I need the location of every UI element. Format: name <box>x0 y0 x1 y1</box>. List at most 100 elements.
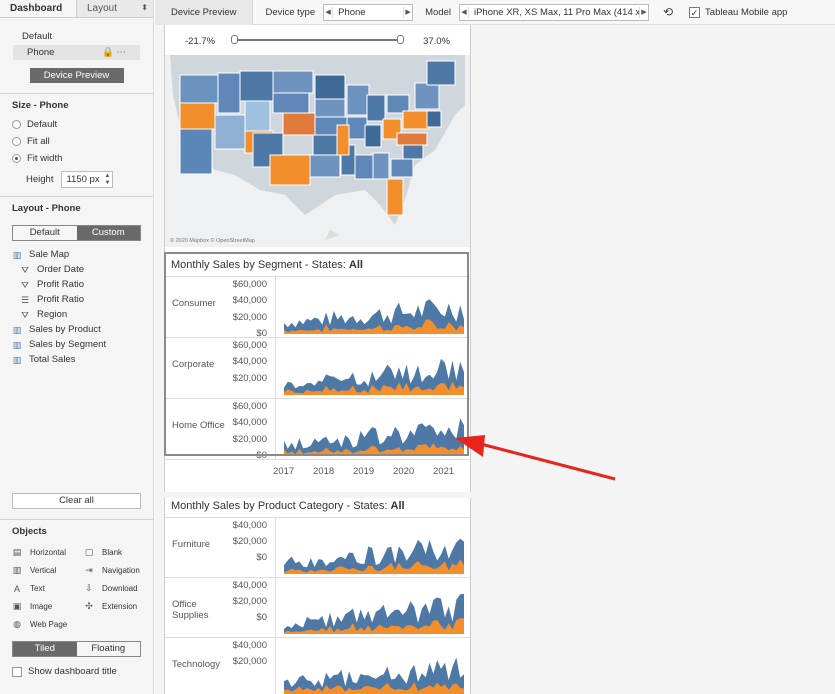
area-plot[interactable] <box>275 277 465 337</box>
state-shape[interactable] <box>336 124 350 156</box>
area-plot[interactable] <box>275 338 465 398</box>
mode-tiled[interactable]: Tiled <box>13 642 77 656</box>
state-shape[interactable] <box>217 72 241 114</box>
layout-mode-default[interactable]: Default <box>13 226 77 240</box>
layout-item[interactable]: ▥ Sales by Product <box>12 322 141 337</box>
area-plot[interactable] <box>275 518 465 577</box>
profit-ratio-slider[interactable]: -21.7% 37.0% <box>165 25 470 51</box>
state-shape[interactable] <box>402 144 424 160</box>
layout-item[interactable]: ▥ Sales by Segment <box>12 337 141 352</box>
object-download[interactable]: ⇩ Download <box>84 582 144 595</box>
state-shape[interactable] <box>366 94 386 122</box>
state-shape[interactable] <box>239 70 276 102</box>
spinner-icon[interactable]: ▲ ▼ <box>105 173 111 187</box>
state-shape[interactable] <box>426 110 442 128</box>
object-navigation[interactable]: ⇥ Navigation <box>84 564 144 577</box>
object-vertical[interactable]: ▥ Vertical <box>12 564 84 577</box>
state-shape[interactable] <box>269 154 311 186</box>
next-arrow-icon[interactable]: ▶ <box>640 8 648 16</box>
dashboard-side-panel: Dashboard Layout ⬍ Default Phone 🔒 ⋯ Devi… <box>0 0 154 694</box>
device-preview-tab[interactable]: Device Preview <box>155 0 254 25</box>
slider-track[interactable] <box>237 39 402 41</box>
object-extension[interactable]: ✣ Extension <box>84 600 144 613</box>
slider-handle-min[interactable] <box>231 35 238 44</box>
next-arrow-icon[interactable]: ▶ <box>404 8 412 16</box>
tableau-mobile-app-checkbox[interactable]: ✓ Tableau Mobile app <box>689 6 787 18</box>
state-shape[interactable] <box>314 98 346 118</box>
size-option-default[interactable]: Default <box>0 116 153 133</box>
size-option-fit-width[interactable]: Fit width <box>0 150 153 167</box>
layout-item[interactable]: ▥ Sale Map <box>12 247 141 262</box>
state-shape[interactable] <box>272 92 310 114</box>
tab-scroll-icon[interactable]: ⬍ <box>141 3 148 12</box>
chart-row[interactable]: Home Office $60,000 $40,000 $20,000 $0 <box>165 398 470 461</box>
slider-handle-max[interactable] <box>397 35 404 44</box>
device-type-select[interactable]: ◀ Phone ▶ <box>323 3 414 21</box>
y-tick-label: $60,000 <box>232 340 267 351</box>
state-shape[interactable] <box>179 74 219 104</box>
state-shape[interactable] <box>386 178 404 216</box>
object-label: Navigation <box>102 566 140 575</box>
state-shape[interactable] <box>390 158 414 178</box>
chart-row[interactable]: Technology $40,000 $20,000 <box>165 637 470 694</box>
chart-row[interactable]: Office Supplies $40,000 $20,000 $0 <box>165 577 470 637</box>
prev-arrow-icon[interactable]: ◀ <box>460 8 468 16</box>
state-shape[interactable] <box>354 154 374 180</box>
sales-by-product-chart[interactable]: Monthly Sales by Product Category - Stat… <box>165 495 470 694</box>
state-shape[interactable] <box>244 100 271 132</box>
state-shape[interactable] <box>314 74 346 100</box>
layout-item[interactable]: ⛛ Profit Ratio <box>12 277 141 292</box>
mode-floating[interactable]: Floating <box>77 642 141 656</box>
area-plot[interactable] <box>275 638 465 694</box>
state-shape[interactable] <box>346 116 368 140</box>
object-webpage[interactable]: ◍ Web Page <box>12 618 84 631</box>
y-tick-label: $0 <box>256 612 267 623</box>
clear-all-button[interactable]: Clear all <box>12 493 141 509</box>
height-input[interactable]: 1150 px ▲ ▼ <box>61 171 114 188</box>
state-shape[interactable] <box>179 128 213 175</box>
device-default[interactable]: Default <box>0 28 153 45</box>
state-shape[interactable] <box>346 84 370 116</box>
lock-and-more-icons[interactable]: 🔒 ⋯ <box>102 47 126 58</box>
object-blank[interactable]: ▢ Blank <box>84 546 144 559</box>
layout-item[interactable]: ☰ Profit Ratio <box>12 292 141 307</box>
state-shape[interactable] <box>309 154 341 178</box>
tab-layout[interactable]: Layout ⬍ <box>76 0 153 17</box>
state-shape[interactable] <box>372 152 390 180</box>
tab-dashboard[interactable]: Dashboard <box>0 0 76 17</box>
state-shape[interactable] <box>386 94 410 114</box>
chart-row[interactable]: Furniture $40,000 $20,000 $0 <box>165 517 470 577</box>
area-plot[interactable] <box>275 399 465 459</box>
state-shape[interactable] <box>179 102 216 130</box>
state-shape[interactable] <box>402 110 430 130</box>
layout-item-label: Total Sales <box>29 354 76 365</box>
layout-item[interactable]: ⛛ Region <box>12 307 141 322</box>
sheet-icon: ▥ <box>12 249 22 260</box>
state-shape[interactable] <box>214 114 246 150</box>
device-phone-selected[interactable]: Phone 🔒 ⋯ <box>13 45 140 60</box>
model-select[interactable]: ◀ iPhone XR, XS Max, 11 Pro Max (414 x 8… <box>458 3 649 21</box>
size-option-fit-all[interactable]: Fit all <box>0 133 153 150</box>
sale-map[interactable]: © 2020 Mapbox © OpenStreetMap <box>165 55 470 247</box>
rotate-device-icon[interactable]: ⟲ <box>663 5 673 19</box>
area-plot[interactable] <box>275 578 465 637</box>
state-shape[interactable] <box>272 70 314 94</box>
show-dashboard-title-checkbox[interactable]: Show dashboard title <box>0 657 153 686</box>
prev-arrow-icon[interactable]: ◀ <box>324 8 332 16</box>
object-text[interactable]: A Text <box>12 582 84 595</box>
object-image[interactable]: ▣ Image <box>12 600 84 613</box>
chart-row[interactable]: Consumer $60,000 $40,000 $20,000 $0 <box>165 276 470 339</box>
object-horizontal[interactable]: ▤ Horizontal <box>12 546 84 559</box>
state-shape[interactable] <box>282 112 316 136</box>
device-preview-button[interactable]: Device Preview <box>29 68 124 83</box>
sales-by-segment-chart[interactable]: Monthly Sales by Segment - States: All C… <box>165 254 470 483</box>
state-shape[interactable] <box>414 82 440 110</box>
size-section-title: Size - Phone <box>12 100 69 111</box>
state-shape[interactable] <box>396 132 428 146</box>
state-shape[interactable] <box>426 60 456 86</box>
layout-mode-custom[interactable]: Custom <box>76 226 140 240</box>
layout-item[interactable]: ⛛ Order Date <box>12 262 141 277</box>
layout-item[interactable]: ▥ Total Sales <box>12 352 141 367</box>
chart-row[interactable]: Corporate $60,000 $40,000 $20,000 <box>165 337 470 398</box>
state-shape[interactable] <box>364 124 382 148</box>
